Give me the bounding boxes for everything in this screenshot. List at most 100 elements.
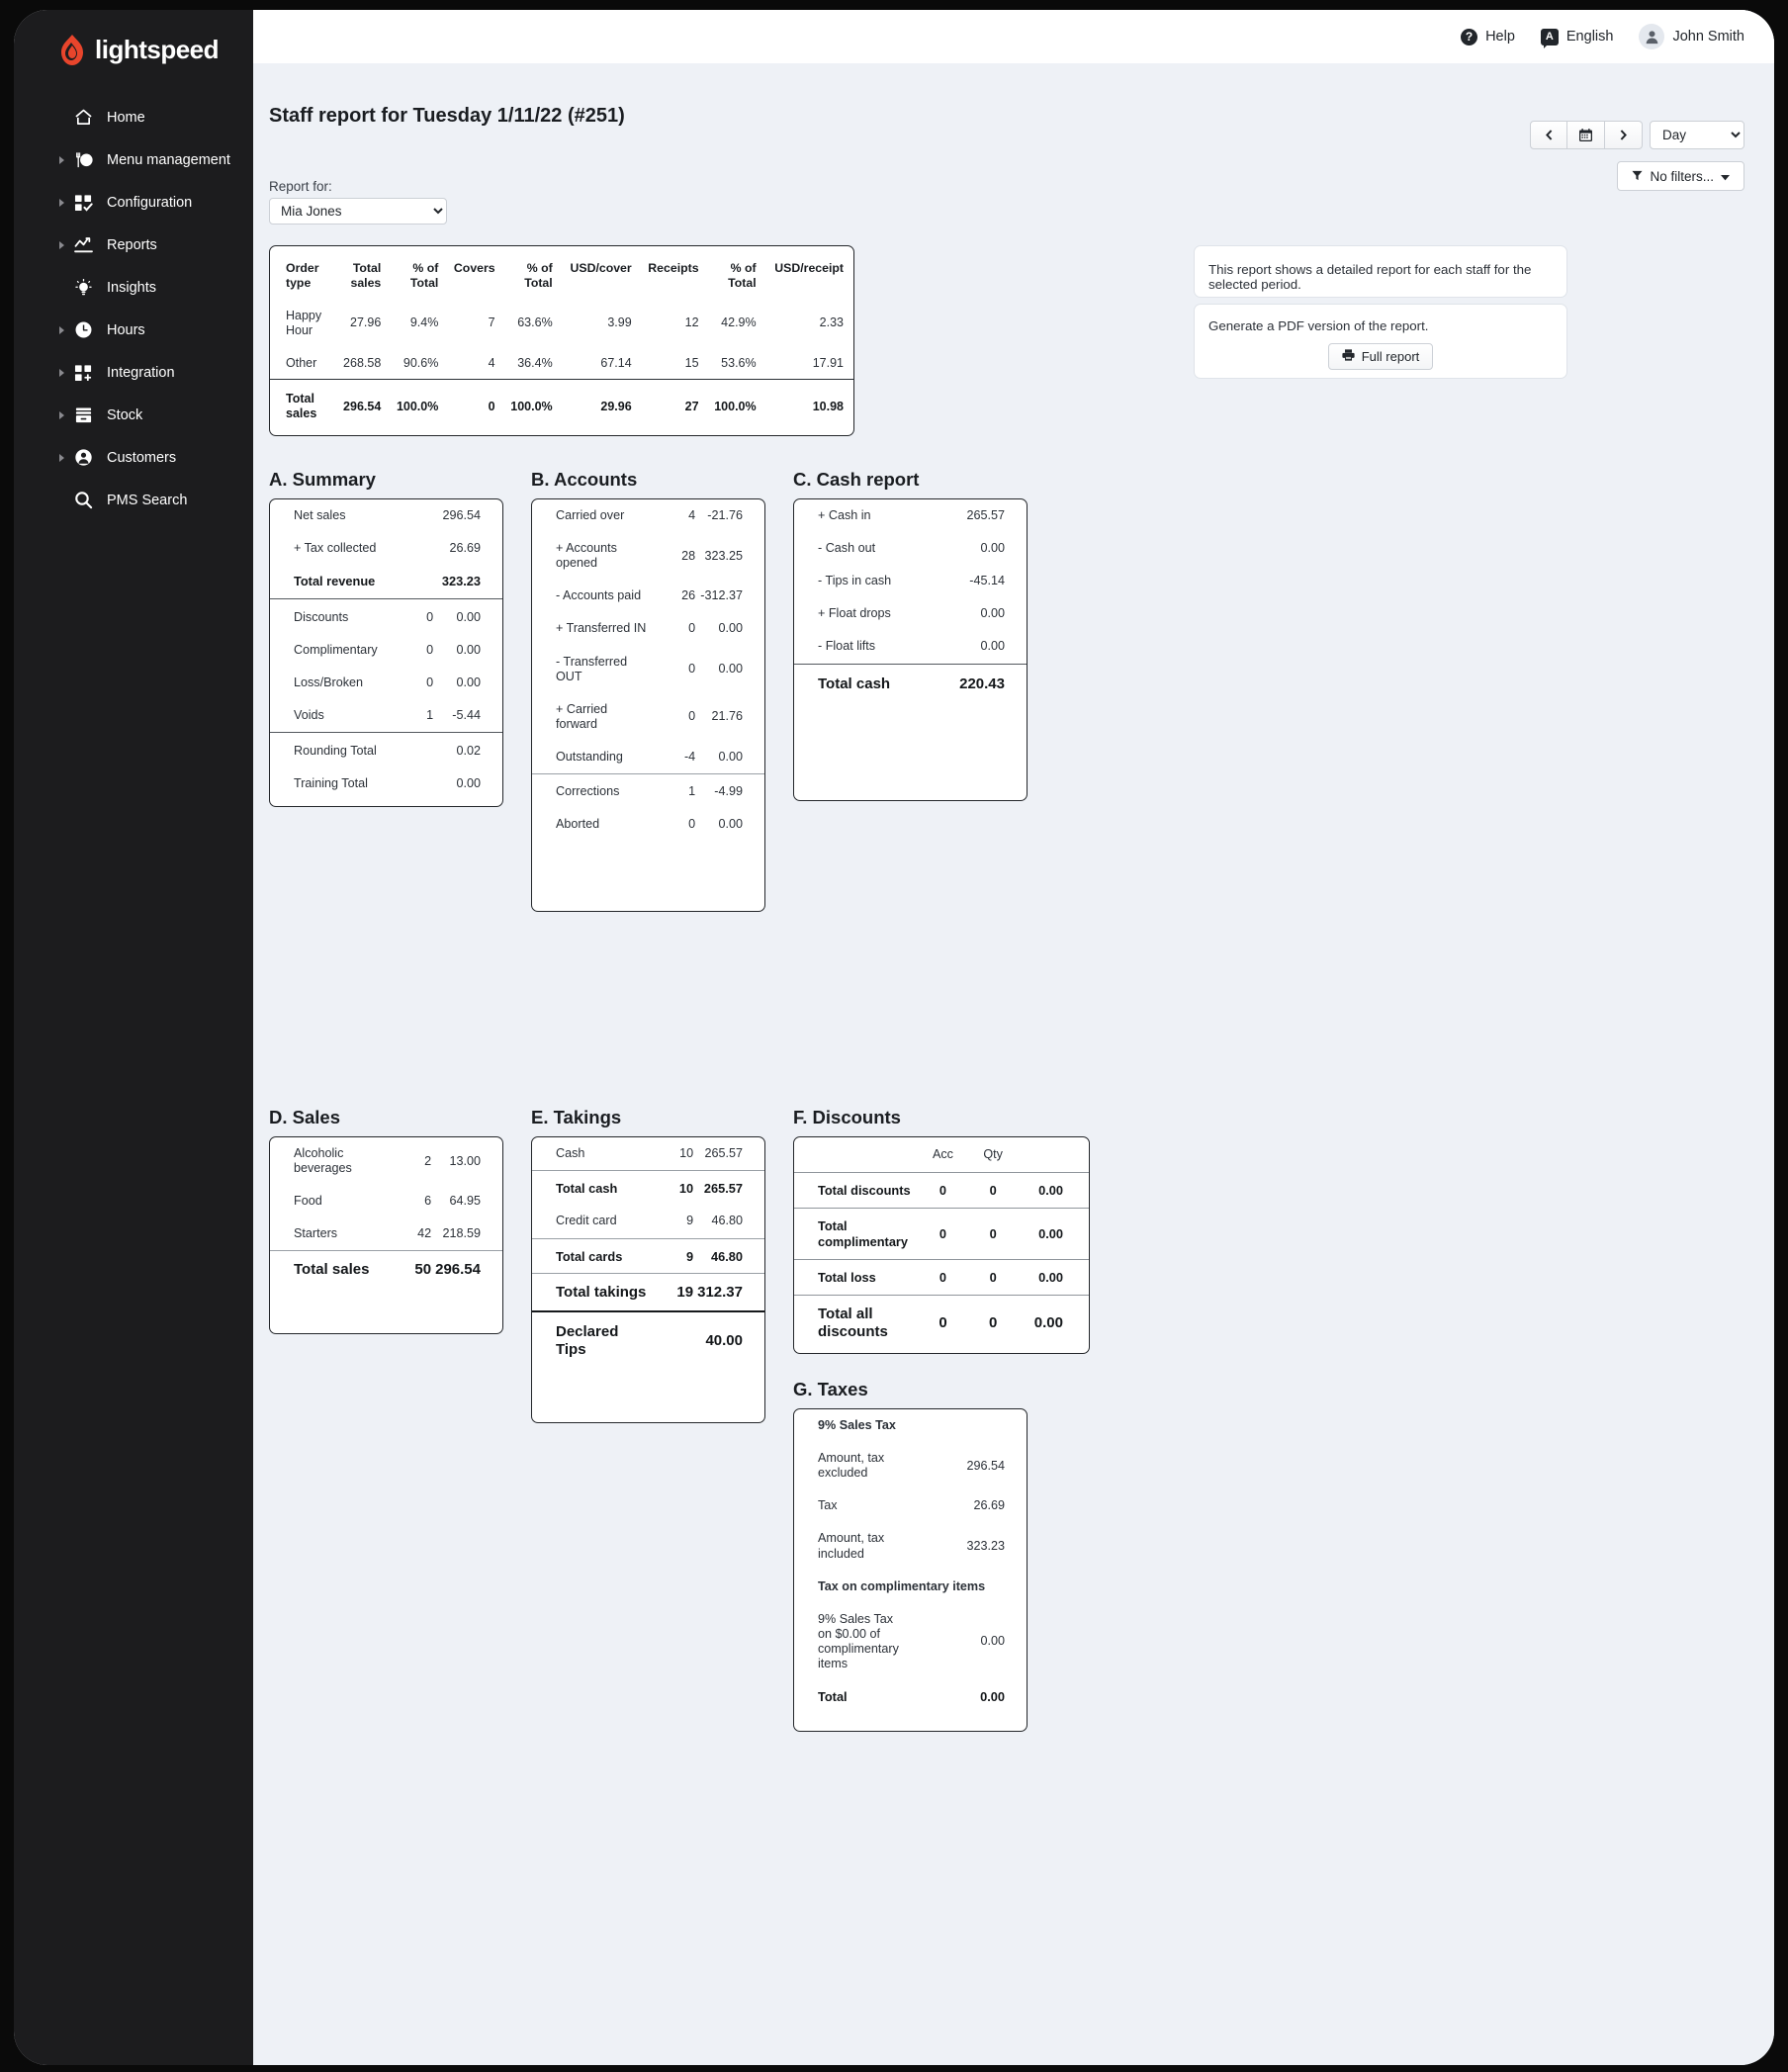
row-value: 296.54 (966, 1458, 1005, 1473)
expand-caret-icon[interactable] (59, 368, 64, 377)
table-cell: 17.91 (812, 355, 844, 370)
report-row: Training Total 0.00 (270, 767, 502, 800)
main-area: ? Help A English John Smith Staff report… (253, 10, 1774, 2065)
row-label: - Accounts paid (556, 588, 642, 603)
row-value: -4.99 (699, 773, 764, 809)
row-label: Total revenue (294, 574, 376, 589)
sidebar-item-configuration[interactable]: Configuration (14, 181, 253, 224)
sidebar-item-label: Integration (107, 364, 175, 381)
expand-caret-icon[interactable] (59, 155, 64, 164)
next-period-button[interactable] (1605, 121, 1643, 149)
expand-caret-icon[interactable] (59, 240, 64, 249)
row-qty: 42 (417, 1226, 432, 1241)
funnel-icon (1632, 169, 1644, 184)
tax-subheading: Tax on complimentary items (818, 1578, 986, 1593)
table-row: Happy Hour 27.96 9.4% 7 63.6% 3.99 12 42.9% 2.33 (270, 300, 853, 347)
order-type-table: Order type Total sales % of Total Covers % of To… (270, 253, 853, 430)
row-label: Total sales (270, 1250, 386, 1289)
table-cell: 29.96 (600, 399, 632, 413)
table-cell: Happy Hour (286, 309, 322, 337)
table-cell: 2.33 (819, 315, 844, 330)
row-value: 0.00 (980, 639, 1005, 654)
row-label: + Cash in (818, 508, 871, 522)
section-heading-b: B. Accounts (531, 469, 638, 490)
column-header: USD/cover (570, 261, 632, 275)
help-button[interactable]: ? Help (1461, 28, 1515, 45)
expand-caret-icon[interactable] (59, 198, 64, 207)
row-qty: 9 (686, 1214, 694, 1228)
section-heading-g: G. Taxes (793, 1379, 868, 1399)
language-label: English (1565, 29, 1614, 45)
sidebar-item-reports[interactable]: Reports (14, 224, 253, 266)
accounts-card: Carried over 4 -21.76 + Accounts opened 28 32… (531, 498, 765, 912)
sidebar-item-pms-search[interactable]: PMS Search (14, 479, 253, 521)
report-row: Net sales 296.54 (270, 499, 502, 532)
table-row: Other 268.58 90.6% 4 36.4% 67.14 15 53.6% 17.91 (270, 347, 853, 380)
tax-subheading: 9% Sales Tax (818, 1418, 896, 1432)
language-button[interactable]: A English (1540, 28, 1614, 48)
row-value: 0.00 (456, 642, 481, 657)
customers-icon (73, 448, 93, 468)
row-qty (909, 499, 959, 532)
report-row: Total 0.00 (794, 1680, 1027, 1713)
report-row: Starters 42 218.59 (270, 1217, 502, 1251)
row-label: + Accounts opened (556, 541, 617, 571)
period-select[interactable]: DayWeekMonthYear (1650, 121, 1744, 149)
expand-caret-icon[interactable] (59, 410, 64, 419)
sidebar-item-menu-management[interactable]: Menu management (14, 138, 253, 181)
filters-button[interactable]: No filters... (1617, 161, 1744, 191)
report-row: Voids 1 -5.44 (270, 699, 502, 733)
menu-management-icon (73, 150, 93, 170)
row-label: Total complimentary (794, 1208, 919, 1260)
row-qty: 1 (426, 707, 434, 722)
sidebar-item-customers[interactable]: Customers (14, 436, 253, 479)
summary-card: Net sales 296.54 + Tax collected 26.69 Total… (269, 498, 503, 807)
col-qty: Qty (983, 1147, 1003, 1161)
sidebar-item-home[interactable]: Home (14, 96, 253, 138)
sidebar-item-insights[interactable]: Insights (14, 266, 253, 309)
column-header: Covers (453, 261, 495, 275)
row-value: 218.59 (442, 1226, 481, 1241)
table-cell: 7 (488, 315, 495, 330)
row-label: Amount, tax excluded (818, 1451, 885, 1481)
report-for-select[interactable]: Mia Jones (269, 198, 447, 225)
lightspeed-flame-icon (57, 34, 87, 66)
row-qty: 0 (688, 621, 696, 636)
sidebar-item-stock[interactable]: Stock (14, 394, 253, 436)
row-value: 0.00 (718, 817, 743, 832)
full-report-label: Full report (1361, 349, 1420, 364)
calendar-picker-button[interactable] (1567, 121, 1605, 149)
sidebar-item-hours[interactable]: Hours (14, 309, 253, 351)
row-qty: 0 (688, 662, 696, 676)
row-label: Food (294, 1194, 322, 1209)
expand-caret-icon[interactable] (59, 453, 64, 462)
sidebar: lightspeed Home Menu management Configurat… (14, 10, 253, 2065)
row-label: Starters (294, 1226, 338, 1241)
row-qty: -4 (683, 749, 696, 764)
row-value: 46.80 (697, 1237, 764, 1274)
takings-card: Cash 10 265.57 Total cash 10 265.57 Credit car… (531, 1136, 765, 1423)
expand-caret-icon[interactable] (59, 325, 64, 334)
report-description-text: This report shows a detailed report for … (1208, 262, 1532, 292)
row-qty: 28 (681, 548, 696, 563)
row-label: Corrections (532, 773, 649, 809)
previous-period-button[interactable] (1530, 121, 1567, 149)
full-report-button[interactable]: Full report (1327, 343, 1434, 370)
row-qty: 0 (688, 709, 696, 724)
row-qty (909, 532, 959, 565)
row-label: Loss/Broken (294, 675, 364, 689)
lightspeed-logo[interactable]: lightspeed (14, 28, 253, 96)
user-menu[interactable]: John Smith (1639, 24, 1744, 49)
report-description-panel: This report shows a detailed report for … (1194, 245, 1567, 298)
row-qty: 6 (424, 1194, 432, 1209)
row-label: Complimentary (294, 642, 378, 657)
pdf-generate-panel: Generate a PDF version of the report. Fu… (1194, 304, 1567, 379)
sidebar-item-integration[interactable]: Integration (14, 351, 253, 394)
row-value: 0.00 (456, 776, 481, 791)
row-qty: 0 (967, 1208, 1019, 1260)
row-label: + Tax collected (294, 541, 377, 556)
row-label: + Transferred IN (556, 621, 647, 636)
row-qty: 0 (967, 1259, 1019, 1296)
row-value: 0.00 (456, 675, 481, 689)
row-label: Outstanding (556, 749, 623, 764)
